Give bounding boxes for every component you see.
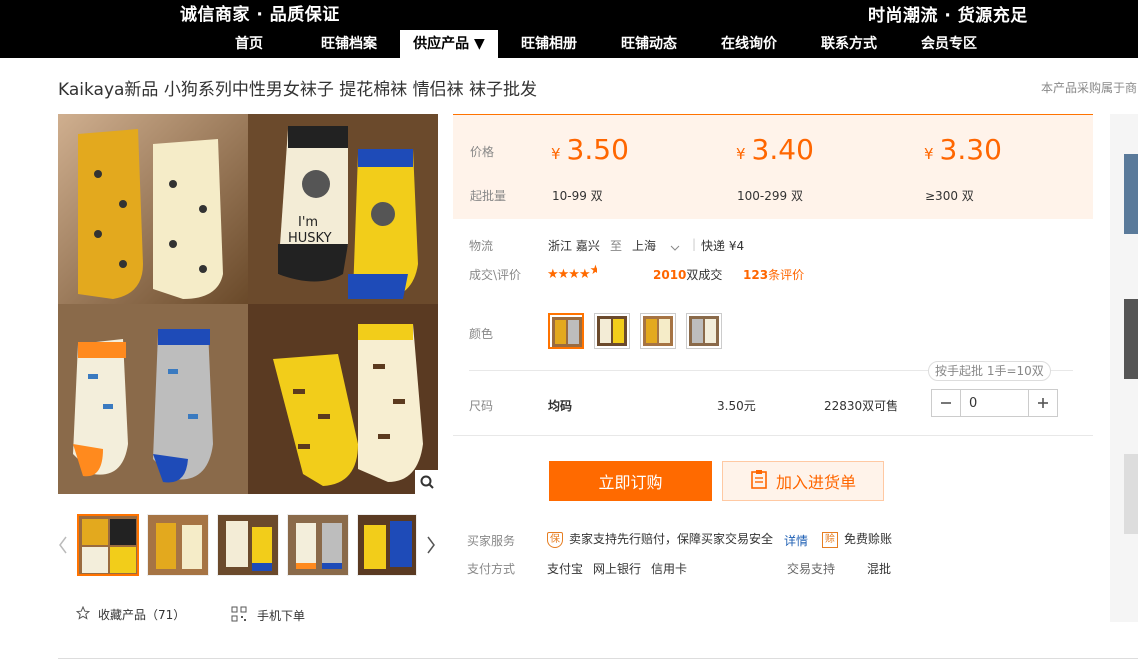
buy-now-button[interactable]: 立即订购 xyxy=(549,461,712,501)
pay-method-credit: 信用卡 xyxy=(651,562,688,576)
recommend-item-2[interactable] xyxy=(1124,299,1138,379)
clipboard-icon xyxy=(750,469,768,493)
nav-contact[interactable]: 联系方式 xyxy=(810,30,888,58)
trade-support-label: 交易支持 xyxy=(787,562,836,576)
ship-from: 浙江 嘉兴 xyxy=(548,239,600,253)
qrcode-icon xyxy=(231,606,247,625)
thumbnail-5[interactable] xyxy=(357,514,417,576)
thumbnail-2[interactable] xyxy=(147,514,209,576)
price-label: 价格 xyxy=(470,145,495,159)
pay-method-bank: 网上银行 xyxy=(593,562,642,576)
color-label: 颜色 xyxy=(469,327,494,341)
logistics-label: 物流 xyxy=(469,239,494,253)
thumbnail-1[interactable] xyxy=(77,514,139,576)
thumb-next-arrow-icon[interactable] xyxy=(426,535,436,555)
sold-count[interactable]: 2010双成交 xyxy=(653,266,722,283)
shipping-fee: 快递 ¥4 xyxy=(701,239,745,253)
guarantee-icon: 保 xyxy=(547,531,563,548)
nav-home[interactable]: 首页 xyxy=(210,30,288,58)
svg-text:I'm: I'm xyxy=(298,215,318,230)
recommend-item-1[interactable] xyxy=(1124,154,1138,234)
guarantee-text: 保卖家支持先行赔付，保障买家交易安全 xyxy=(547,530,773,548)
recommend-item-3[interactable] xyxy=(1124,454,1138,534)
free-credit: 赊免费赊账 xyxy=(822,530,892,548)
divider xyxy=(453,435,1093,436)
rating-stars-icon: ★★★★★ xyxy=(547,263,597,282)
mobile-order-button[interactable]: 手机下单 xyxy=(231,606,305,625)
nav-products[interactable]: 供应产品 ▼ xyxy=(400,30,498,58)
deals-label: 成交\评价 xyxy=(469,268,522,282)
price-tier-3: ¥3.30 xyxy=(924,133,1002,166)
range-tier-1: 10-99 双 xyxy=(552,189,603,203)
main-product-image[interactable]: I'm HUSKY xyxy=(58,114,438,494)
ship-to-word: 至 xyxy=(610,239,623,253)
divider xyxy=(58,658,1138,659)
trade-support-value: 混批 xyxy=(867,562,892,576)
nav-album[interactable]: 旺铺相册 xyxy=(510,30,588,58)
color-option-3[interactable] xyxy=(640,313,676,349)
favorite-label: 收藏产品（71） xyxy=(98,608,186,622)
slogan-right: 时尚潮流 · 货源充足 xyxy=(868,6,1028,26)
size-stock: 22830双可售 xyxy=(824,399,899,413)
thumbnail-4[interactable] xyxy=(287,514,349,576)
nav-shop-profile[interactable]: 旺铺档案 xyxy=(310,30,388,58)
slogan-left: 诚信商家 · 品质保证 xyxy=(180,5,340,25)
buyer-service-label: 买家服务 xyxy=(467,534,516,548)
review-count[interactable]: 123条评价 xyxy=(743,266,804,283)
color-option-1[interactable] xyxy=(548,313,584,349)
thumb-prev-arrow-icon[interactable] xyxy=(58,535,68,555)
thumbnail-3[interactable] xyxy=(217,514,279,576)
nav-members[interactable]: 会员专区 xyxy=(910,30,988,58)
recommend-strip xyxy=(1110,114,1138,622)
range-tier-3: ≥300 双 xyxy=(925,189,974,203)
chevron-down-icon xyxy=(670,240,680,254)
zoom-icon[interactable] xyxy=(415,470,438,494)
nav-inquiry[interactable]: 在线询价 xyxy=(710,30,788,58)
color-option-2[interactable] xyxy=(594,313,630,349)
moq-label: 起批量 xyxy=(470,189,507,203)
ship-to-select[interactable]: 上海 xyxy=(632,237,680,254)
guarantee-detail-link[interactable]: 详情 xyxy=(784,532,808,549)
shop-nav: 首页 旺铺档案 供应产品 ▼ 旺铺相册 旺铺动态 在线询价 联系方式 会员专区 xyxy=(0,30,1138,58)
svg-text:HUSKY: HUSKY xyxy=(288,231,332,246)
plus-icon[interactable] xyxy=(1029,390,1057,416)
minus-icon[interactable] xyxy=(932,390,960,416)
color-option-4[interactable] xyxy=(686,313,722,349)
nav-news[interactable]: 旺铺动态 xyxy=(610,30,688,58)
pay-method-alipay: 支付宝 xyxy=(547,562,584,576)
size-name: 均码 xyxy=(548,399,573,413)
mobile-order-label: 手机下单 xyxy=(257,609,306,623)
price-tier-1: ¥3.50 xyxy=(551,133,629,166)
favorite-button[interactable]: 收藏产品（71） xyxy=(75,605,186,623)
add-to-purchase-list-button[interactable]: 加入进货单 xyxy=(722,461,884,501)
quantity-stepper xyxy=(931,389,1058,417)
size-label: 尺码 xyxy=(469,399,494,413)
size-price: 3.50元 xyxy=(717,399,756,413)
sock-collage: I'm HUSKY xyxy=(58,114,438,494)
ship-separator: | xyxy=(692,237,697,251)
range-tier-2: 100-299 双 xyxy=(737,189,803,203)
product-note: 本产品采购属于商 xyxy=(1041,81,1138,95)
pay-method-label: 支付方式 xyxy=(467,562,516,576)
price-tier-2: ¥3.40 xyxy=(736,133,814,166)
min-order-tip: 按手起批 1手=10双 xyxy=(928,361,1051,381)
price-panel: 价格 起批量 ¥3.50 ¥3.40 ¥3.30 10-99 双 100-299… xyxy=(453,114,1093,219)
add-cart-label: 加入进货单 xyxy=(775,473,856,492)
product-title: Kaikaya新品 小狗系列中性男女袜子 提花棉袜 情侣袜 袜子批发 xyxy=(58,80,538,100)
quantity-input[interactable] xyxy=(960,390,1029,416)
credit-icon: 赊 xyxy=(822,531,838,548)
top-header-bar: 诚信商家 · 品质保证 时尚潮流 · 货源充足 首页 旺铺档案 供应产品 ▼ 旺… xyxy=(0,0,1138,58)
star-outline-icon xyxy=(75,605,91,623)
